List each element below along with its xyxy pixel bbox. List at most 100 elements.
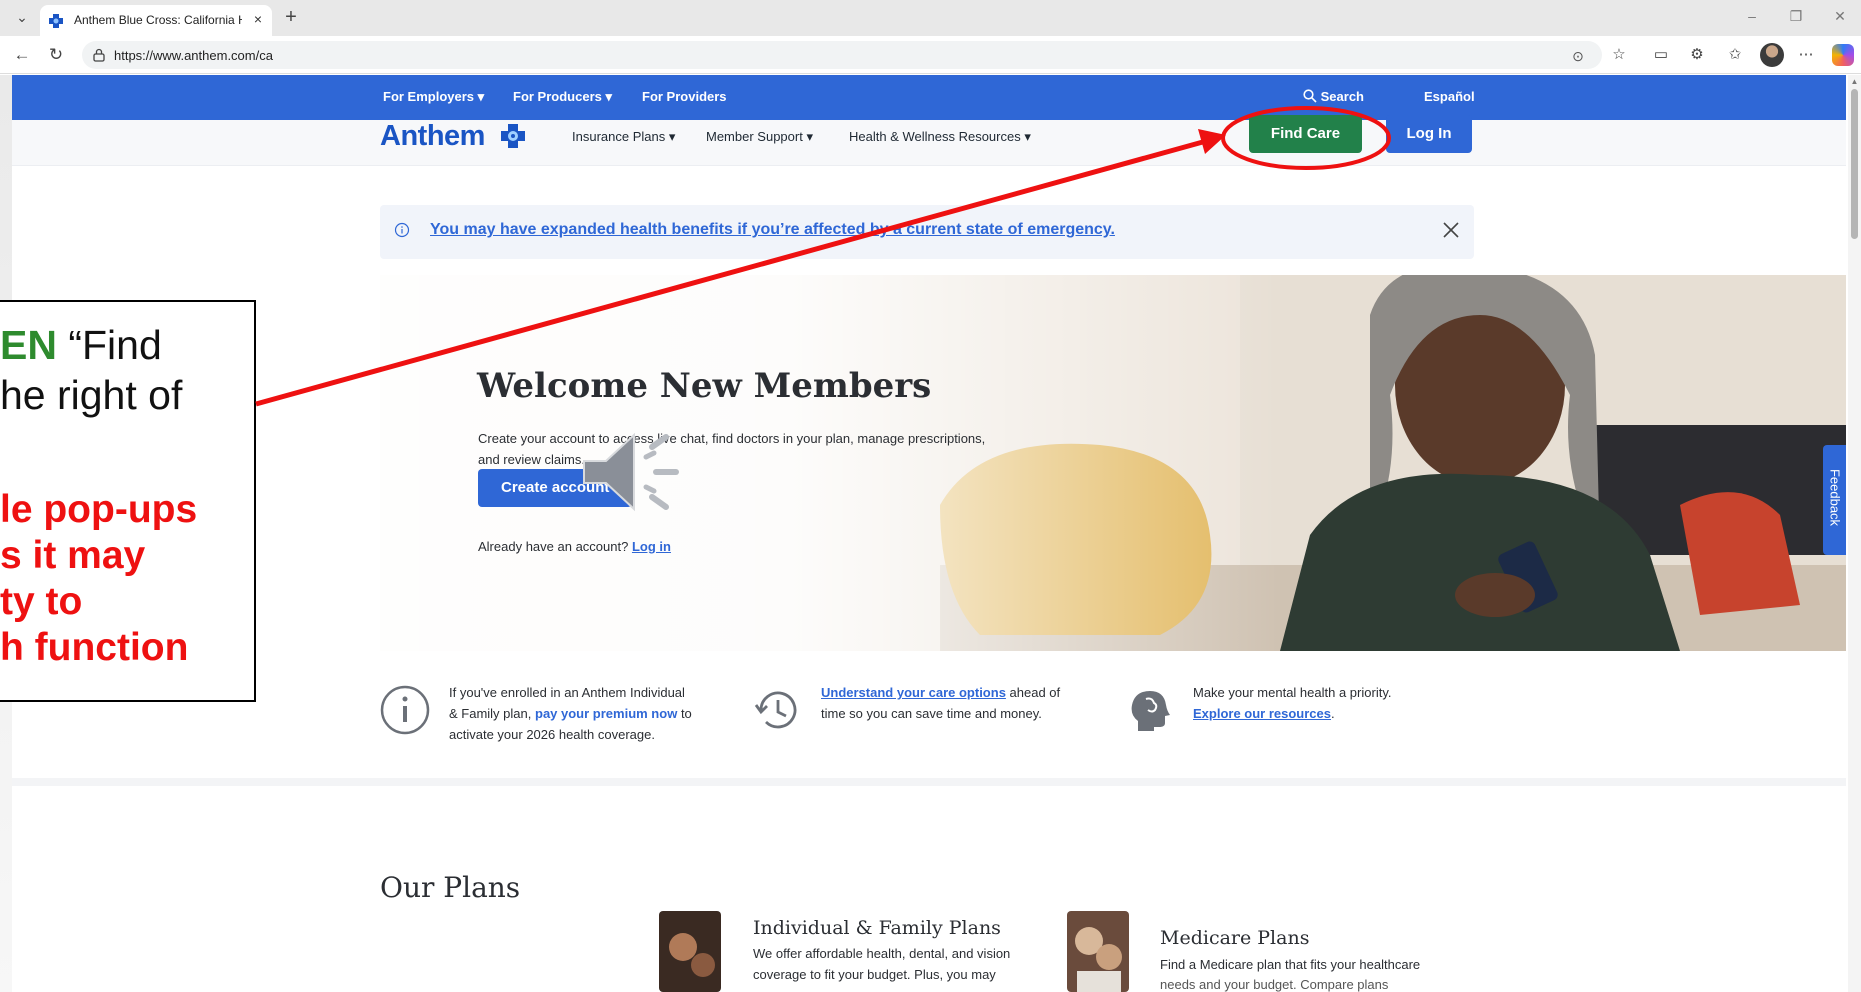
- insurance-plans-label: Insurance Plans: [572, 129, 666, 144]
- browser-tab-bar: ⌄ Anthem Blue Cross: California He × + –…: [0, 0, 1861, 36]
- callout-line1-rest: “Find: [56, 322, 162, 368]
- wallet-icon[interactable]: ▭: [1650, 44, 1672, 66]
- info-circle-icon: [394, 222, 410, 238]
- callout-warning-line3: ty to: [0, 580, 83, 623]
- premium-line3: activate your 2026 health coverage.: [449, 727, 655, 742]
- new-tab-icon[interactable]: +: [280, 6, 302, 28]
- for-producers-menu[interactable]: For Producers ▾: [513, 89, 612, 105]
- wellness-resources-menu[interactable]: Health & Wellness Resources ▾: [849, 129, 1031, 145]
- restore-icon[interactable]: ❐: [1784, 8, 1808, 28]
- emergency-benefits-link[interactable]: You may have expanded health benefits if…: [430, 221, 1115, 239]
- medicare-plans-title[interactable]: Medicare Plans: [1160, 927, 1309, 949]
- for-employers-menu[interactable]: For Employers ▾: [383, 89, 484, 105]
- care-options-link[interactable]: Understand your care options: [821, 685, 1006, 700]
- member-support-menu[interactable]: Member Support ▾: [706, 129, 813, 145]
- login-button[interactable]: Log In: [1386, 115, 1472, 153]
- care-options-line1: Understand your care options ahead of: [821, 682, 1060, 703]
- mental-health-line1: Make your mental health a priority.: [1193, 685, 1392, 700]
- feedback-tab[interactable]: Feedback: [1823, 445, 1846, 555]
- browser-tab[interactable]: Anthem Blue Cross: California He ×: [40, 5, 272, 36]
- refresh-icon[interactable]: ↻: [46, 45, 66, 65]
- callout-line2: he right of: [0, 372, 183, 418]
- individual-plans-desc2: coverage to fit your budget. Plus, you m…: [753, 967, 996, 982]
- minimize-icon[interactable]: –: [1740, 8, 1764, 28]
- main-nav-bar: Anthem Insurance Plans ▾ Member Support …: [12, 115, 1846, 166]
- emergency-alert-banner: You may have expanded health benefits if…: [380, 205, 1474, 259]
- hero-login-link[interactable]: Log in: [632, 539, 671, 554]
- history-clock-icon: [754, 691, 797, 729]
- hero-banner: Welcome New Members Create your account …: [380, 275, 1846, 651]
- family-photo: [659, 911, 721, 992]
- section-divider: [12, 778, 1846, 786]
- search-link[interactable]: Search: [1303, 89, 1364, 104]
- instruction-callout-box: EN “Find he right of le pop-ups s it may…: [0, 300, 256, 702]
- reader-icon[interactable]: ⊙: [1570, 48, 1586, 64]
- profile-avatar[interactable]: [1760, 43, 1784, 67]
- anthem-logo[interactable]: Anthem: [380, 120, 485, 154]
- back-icon[interactable]: ←: [12, 45, 32, 65]
- wellness-resources-label: Health & Wellness Resources: [849, 129, 1021, 144]
- care-options-text: Understand your care options ahead of ti…: [821, 682, 1060, 724]
- for-employers-label: For Employers: [383, 89, 475, 104]
- insurance-plans-menu[interactable]: Insurance Plans ▾: [572, 129, 675, 145]
- info-circle-icon: [380, 685, 430, 735]
- search-label: Search: [1320, 89, 1364, 104]
- favorites-icon[interactable]: ✩: [1724, 44, 1746, 66]
- callout-warning-line4: h function: [0, 626, 189, 669]
- hero-description: Create your account to access live chat,…: [478, 431, 986, 467]
- premium-line2-start: & Family plan,: [449, 706, 532, 721]
- explore-resources-link[interactable]: Explore our resources: [1193, 706, 1331, 721]
- espanol-link[interactable]: Español: [1424, 89, 1475, 104]
- tab-title: Anthem Blue Cross: California He: [74, 13, 242, 27]
- medicare-plans-desc2: needs and your budget. Compare plans: [1160, 977, 1389, 992]
- close-icon[interactable]: [1440, 219, 1462, 241]
- find-care-button[interactable]: Find Care: [1249, 115, 1362, 153]
- for-providers-link[interactable]: For Providers: [642, 89, 727, 104]
- callout-warning-line1: le pop-ups: [0, 488, 198, 531]
- speaker-audio-icon[interactable]: [576, 425, 688, 519]
- mental-health-head-icon: [1131, 691, 1170, 731]
- individual-plans-title[interactable]: Individual & Family Plans: [753, 917, 1001, 939]
- hero-login-prompt: Already have an account? Log in: [478, 539, 671, 554]
- utility-nav-bar: For Employers ▾ For Producers ▾ For Prov…: [12, 75, 1846, 120]
- chevron-down-icon: ▾: [477, 89, 485, 104]
- copilot-icon[interactable]: [1832, 44, 1854, 66]
- extensions-icon[interactable]: ⚙: [1686, 44, 1708, 66]
- lock-icon: [93, 48, 105, 62]
- scroll-up-icon[interactable]: ▲: [1850, 77, 1859, 86]
- chevron-down-icon: ▾: [605, 89, 613, 104]
- tab-close-icon[interactable]: ×: [250, 11, 266, 29]
- for-producers-label: For Producers: [513, 89, 602, 104]
- chevron-down-icon: ▾: [668, 129, 676, 144]
- premium-line2: & Family plan, pay your premium now to: [449, 703, 692, 724]
- favorite-star-icon[interactable]: ☆: [1608, 44, 1630, 66]
- care-options-line2: time so you can save time and money.: [821, 706, 1042, 721]
- individual-plans-desc1: We offer affordable health, dental, and …: [753, 946, 1011, 961]
- url-text: https://www.anthem.com/ca: [114, 48, 273, 63]
- page-scrollbar[interactable]: ▲: [1848, 75, 1861, 992]
- premium-info-text: If you've enrolled in an Anthem Individu…: [449, 682, 692, 745]
- search-icon: [1303, 89, 1317, 103]
- premium-line1: If you've enrolled in an Anthem Individu…: [449, 685, 685, 700]
- medicare-plans-desc1: Find a Medicare plan that fits your heal…: [1160, 957, 1421, 972]
- tab-list-chevron-icon[interactable]: ⌄: [12, 9, 32, 27]
- blue-cross-logo-icon: [501, 124, 525, 148]
- info-strip: If you've enrolled in an Anthem Individu…: [12, 673, 1846, 763]
- feedback-label: Feedback: [1827, 468, 1843, 527]
- anthem-favicon-icon: [49, 14, 63, 28]
- seniors-photo: [1067, 911, 1129, 992]
- pay-premium-link[interactable]: pay your premium now: [535, 706, 677, 721]
- more-options-icon[interactable]: ⋯: [1795, 44, 1817, 66]
- mental-health-text: Make your mental health a priority. Expl…: [1193, 682, 1391, 724]
- url-input[interactable]: https://www.anthem.com/ca ⊙: [82, 41, 1602, 69]
- web-page: For Employers ▾ For Producers ▾ For Prov…: [12, 75, 1846, 992]
- scroll-thumb[interactable]: [1851, 89, 1858, 239]
- chevron-down-icon: ▾: [1024, 129, 1031, 144]
- callout-green-word: EN: [0, 322, 57, 368]
- mental-health-line2: Explore our resources.: [1193, 703, 1391, 724]
- our-plans-heading: Our Plans: [380, 871, 521, 904]
- care-options-end: ahead of: [1009, 685, 1061, 700]
- mental-health-period: .: [1331, 706, 1335, 721]
- window-close-icon[interactable]: ✕: [1828, 8, 1852, 28]
- member-support-label: Member Support: [706, 129, 803, 144]
